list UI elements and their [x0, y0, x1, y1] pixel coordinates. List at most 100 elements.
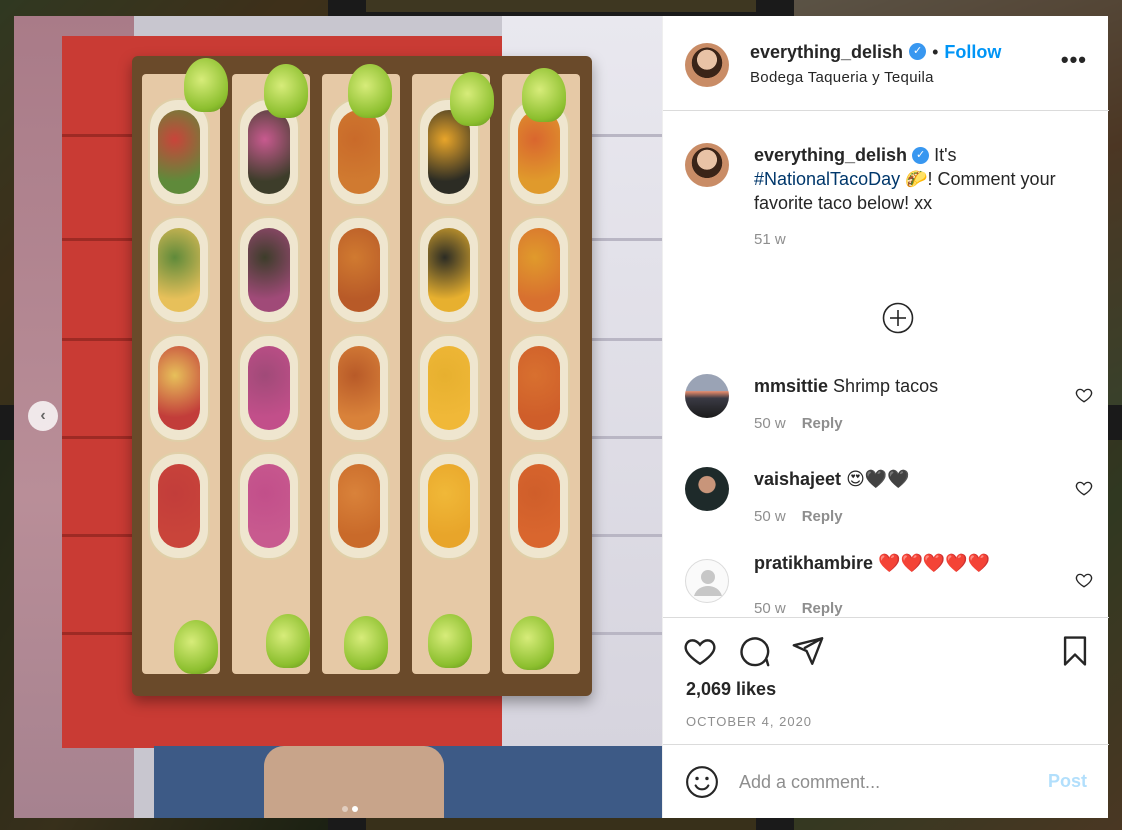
more-options-icon[interactable]: ••• [1061, 49, 1087, 71]
caption-meta: 51 w [754, 231, 786, 248]
photo-lime [510, 616, 554, 670]
verified-badge-icon: ✓ [909, 43, 927, 60]
photo-taco-filling [248, 228, 290, 312]
owner-line: everything_delish ✓ • Follow [750, 42, 1001, 63]
photo-taco [508, 334, 570, 442]
heart-icon[interactable] [683, 634, 717, 668]
photo-taco [328, 334, 390, 442]
comment-age: 50 w [754, 600, 786, 617]
photo-taco-filling [428, 228, 470, 312]
comment-age: 50 w [754, 508, 786, 525]
share-icon[interactable] [791, 634, 825, 668]
post-date[interactable]: OCTOBER 4, 2020 [686, 714, 812, 729]
reply-button[interactable]: Reply [802, 600, 843, 617]
comment-username[interactable]: vaishajeet [754, 469, 841, 489]
caption-age: 51 w [754, 231, 786, 248]
photo-taco-filling [158, 346, 200, 430]
photo-taco-filling [518, 228, 560, 312]
commenter-avatar[interactable] [685, 374, 729, 418]
reply-button[interactable]: Reply [802, 415, 843, 432]
photo-taco [508, 216, 570, 324]
photo-taco-filling [158, 464, 200, 548]
owner-username[interactable]: everything_delish [750, 42, 903, 63]
photo-taco [238, 216, 300, 324]
photo-taco [148, 452, 210, 560]
post-comment-button[interactable]: Post [1048, 771, 1087, 792]
photo-taco [328, 452, 390, 560]
caption-text-before: It's [929, 145, 957, 165]
carousel-dots [342, 806, 358, 812]
comment-meta: 50 w Reply [754, 508, 843, 525]
photo-taco-filling [338, 110, 380, 194]
comment-icon[interactable] [737, 634, 771, 668]
separator-dot: • [932, 42, 939, 62]
photo-taco-filling [158, 110, 200, 194]
photo-taco [238, 452, 300, 560]
photo-taco [418, 334, 480, 442]
comment-text: mmsittie Shrimp tacos [754, 374, 1094, 398]
carousel-dot [342, 806, 348, 812]
photo-taco-filling [338, 228, 380, 312]
photo-taco [418, 216, 480, 324]
caption-avatar[interactable] [685, 143, 729, 187]
hashtag-link[interactable]: #NationalTacoDay [754, 169, 900, 189]
photo-taco-filling [518, 464, 560, 548]
reply-button[interactable]: Reply [802, 508, 843, 525]
comment-username[interactable]: mmsittie [754, 376, 828, 396]
photo-lime [450, 72, 494, 126]
photo-taco [418, 452, 480, 560]
photo-lime [184, 58, 228, 112]
photo-lime [174, 620, 218, 674]
comment-username[interactable]: pratikhambire [754, 553, 873, 573]
post-details-panel: everything_delish ✓ • Follow Bodega Taqu… [662, 16, 1109, 818]
photo-lime [266, 614, 310, 668]
chevron-left-icon: ‹ [40, 407, 46, 424]
caption-text: everything_delish ✓ It's #NationalTacoDa… [754, 143, 1094, 215]
bookmark-icon[interactable] [1058, 634, 1092, 668]
likes-count[interactable]: 2,069 likes [686, 679, 776, 700]
comment-meta: 50 w Reply [754, 415, 843, 432]
photo-taco-filling [428, 464, 470, 548]
commenter-avatar[interactable] [685, 467, 729, 511]
photo-lime [344, 616, 388, 670]
photo-taco-filling [428, 346, 470, 430]
photo-taco-filling [338, 346, 380, 430]
heart-icon[interactable] [1075, 479, 1093, 497]
default-avatar-icon [694, 570, 722, 596]
owner-avatar[interactable] [685, 43, 729, 87]
comment-body: Shrimp tacos [833, 376, 939, 396]
heart-icon[interactable] [1075, 386, 1093, 404]
comment-body: ❤️❤️❤️❤️❤️ [878, 553, 991, 573]
commenter-avatar[interactable] [685, 559, 729, 603]
post-header: everything_delish ✓ • Follow Bodega Taqu… [663, 16, 1109, 111]
photo-taco [148, 334, 210, 442]
photo-taco-filling [248, 346, 290, 430]
plus-circle-icon[interactable] [882, 302, 914, 334]
photo-taco [238, 334, 300, 442]
comment-input[interactable] [739, 767, 1029, 797]
comments-list[interactable]: everything_delish ✓ It's #NationalTacoDa… [663, 112, 1109, 617]
photo-taco-filling [158, 228, 200, 312]
carousel-prev-button[interactable]: ‹ [28, 401, 58, 431]
taco-emoji: 🌮 [905, 169, 928, 189]
photo-lime [348, 64, 392, 118]
caption-username[interactable]: everything_delish [754, 145, 907, 165]
carousel-dot-active [352, 806, 358, 812]
photo-taco-filling [248, 464, 290, 548]
post-photo[interactable] [14, 16, 662, 818]
comment-body: 😍🖤🖤 [846, 469, 910, 489]
emoji-icon[interactable] [685, 765, 719, 799]
photo-taco [148, 216, 210, 324]
comment-text: vaishajeet 😍🖤🖤 [754, 467, 1094, 491]
comment-meta: 50 w Reply [754, 600, 843, 617]
follow-button[interactable]: Follow [944, 42, 1001, 63]
post-actions: 2,069 likes OCTOBER 4, 2020 [663, 617, 1109, 744]
photo-taco-filling [518, 110, 560, 194]
comment-age: 50 w [754, 415, 786, 432]
photo-taco [148, 98, 210, 206]
verified-badge-icon: ✓ [912, 146, 930, 164]
location-link[interactable]: Bodega Taqueria y Tequila [750, 69, 934, 86]
add-comment-bar: Post [663, 744, 1109, 818]
heart-icon[interactable] [1075, 571, 1093, 589]
photo-taco-filling [338, 464, 380, 548]
